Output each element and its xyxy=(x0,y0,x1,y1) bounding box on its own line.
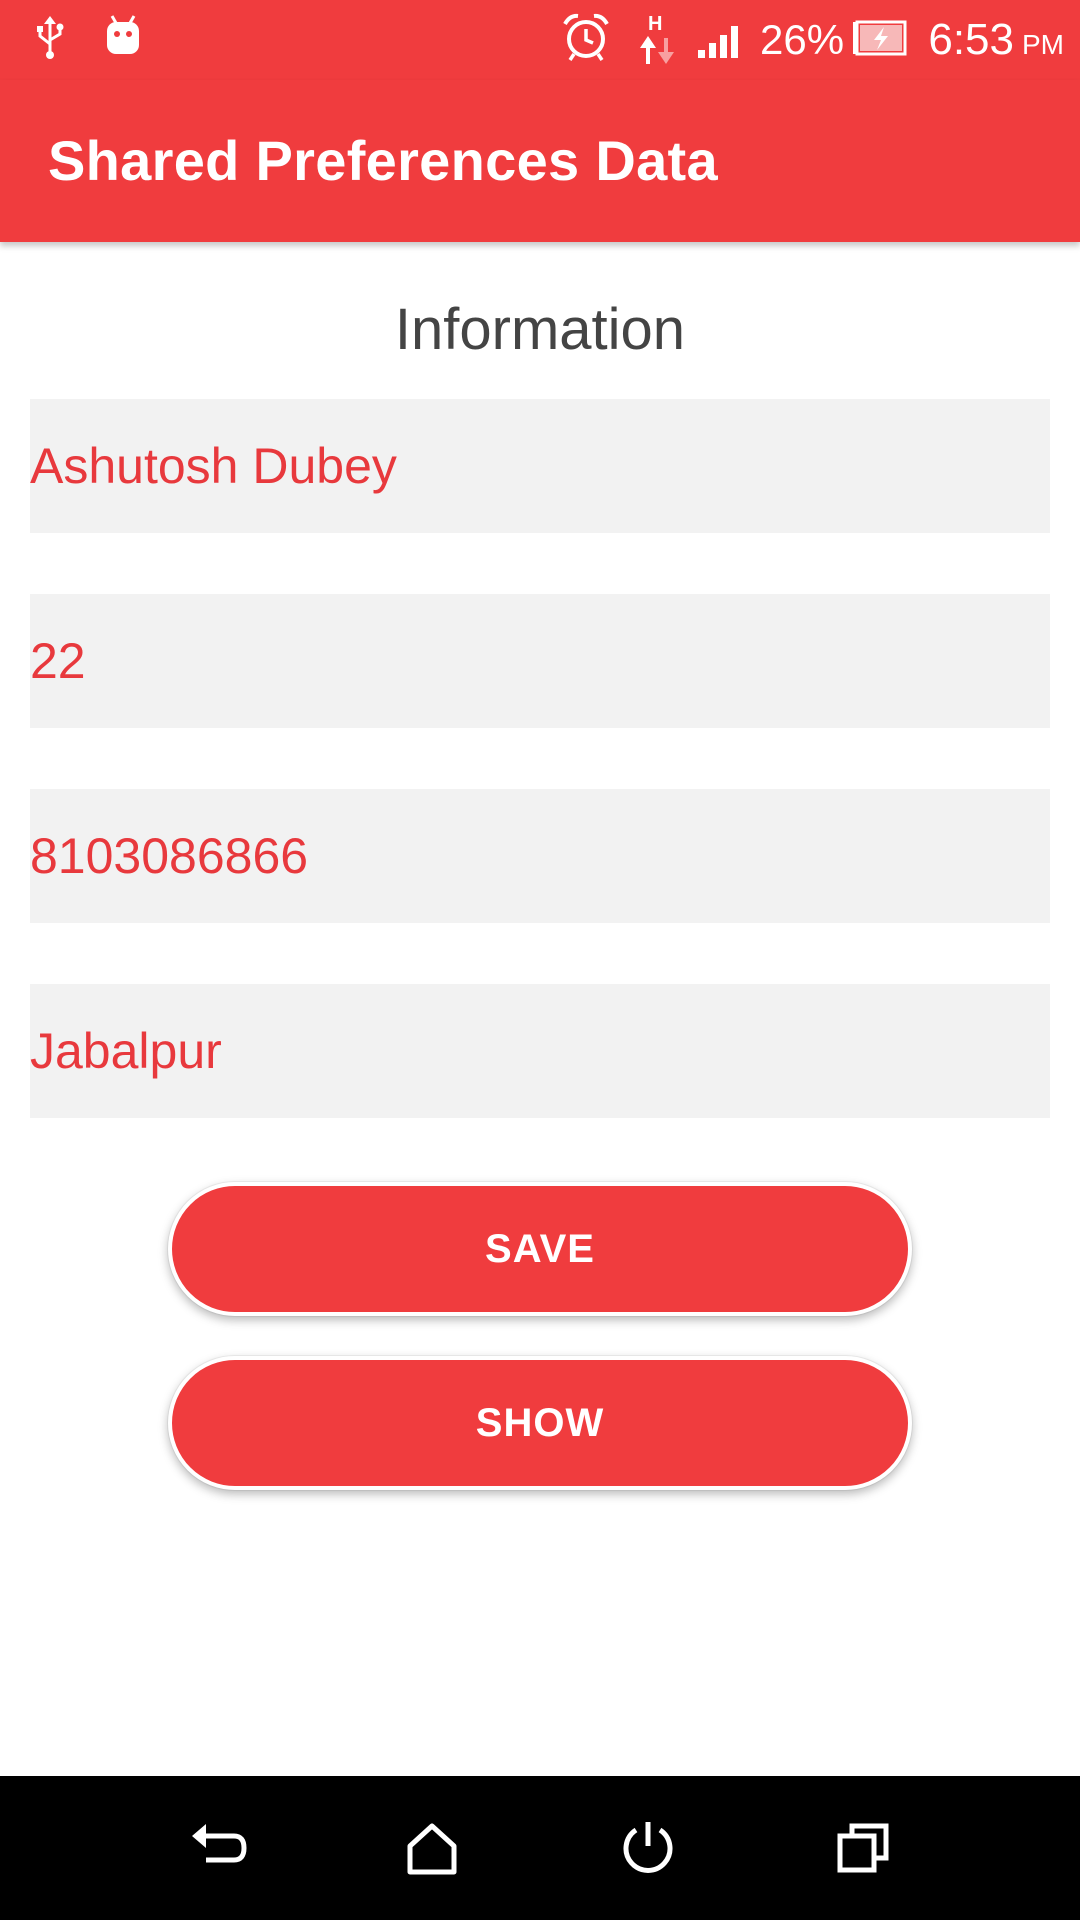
city-field[interactable]: Jabalpur xyxy=(30,984,1050,1118)
app-title: Shared Preferences Data xyxy=(48,129,718,192)
phone-field-value: 8103086866 xyxy=(30,828,309,884)
age-field-value: 22 xyxy=(30,633,86,689)
home-icon[interactable] xyxy=(396,1812,468,1884)
age-field[interactable]: 22 xyxy=(30,594,1050,728)
status-ampm: PM xyxy=(1022,29,1064,60)
svg-text:H: H xyxy=(648,13,662,35)
navigation-bar xyxy=(0,1776,1080,1920)
signal-icon xyxy=(698,26,738,58)
app-bar: Shared Preferences Data xyxy=(0,80,1080,242)
screen: H 26% 6:53 PM Shared Preferences Data Inf… xyxy=(0,0,1080,1920)
city-field-value: Jabalpur xyxy=(30,1023,222,1079)
status-bar: H 26% 6:53 PM xyxy=(0,0,1080,80)
save-button[interactable]: SAVE xyxy=(168,1182,912,1316)
recents-icon[interactable] xyxy=(828,1812,900,1884)
show-button[interactable]: SHOW xyxy=(168,1356,912,1490)
battery-charging-icon xyxy=(853,20,907,56)
name-field-value: Ashutosh Dubey xyxy=(30,438,397,494)
phone-field[interactable]: 8103086866 xyxy=(30,789,1050,923)
android-debug-icon xyxy=(107,15,139,54)
name-field[interactable]: Ashutosh Dubey xyxy=(30,399,1050,533)
h-network-icon: H xyxy=(640,13,674,64)
back-icon[interactable] xyxy=(180,1812,252,1884)
usb-icon xyxy=(37,16,64,59)
status-clock: 6:53 PM xyxy=(928,12,1064,68)
status-time: 6:53 xyxy=(928,15,1014,64)
alarm-icon xyxy=(563,13,609,61)
battery-percent: 26% xyxy=(760,16,845,63)
information-heading: Information xyxy=(394,297,686,362)
power-icon[interactable] xyxy=(612,1812,684,1884)
